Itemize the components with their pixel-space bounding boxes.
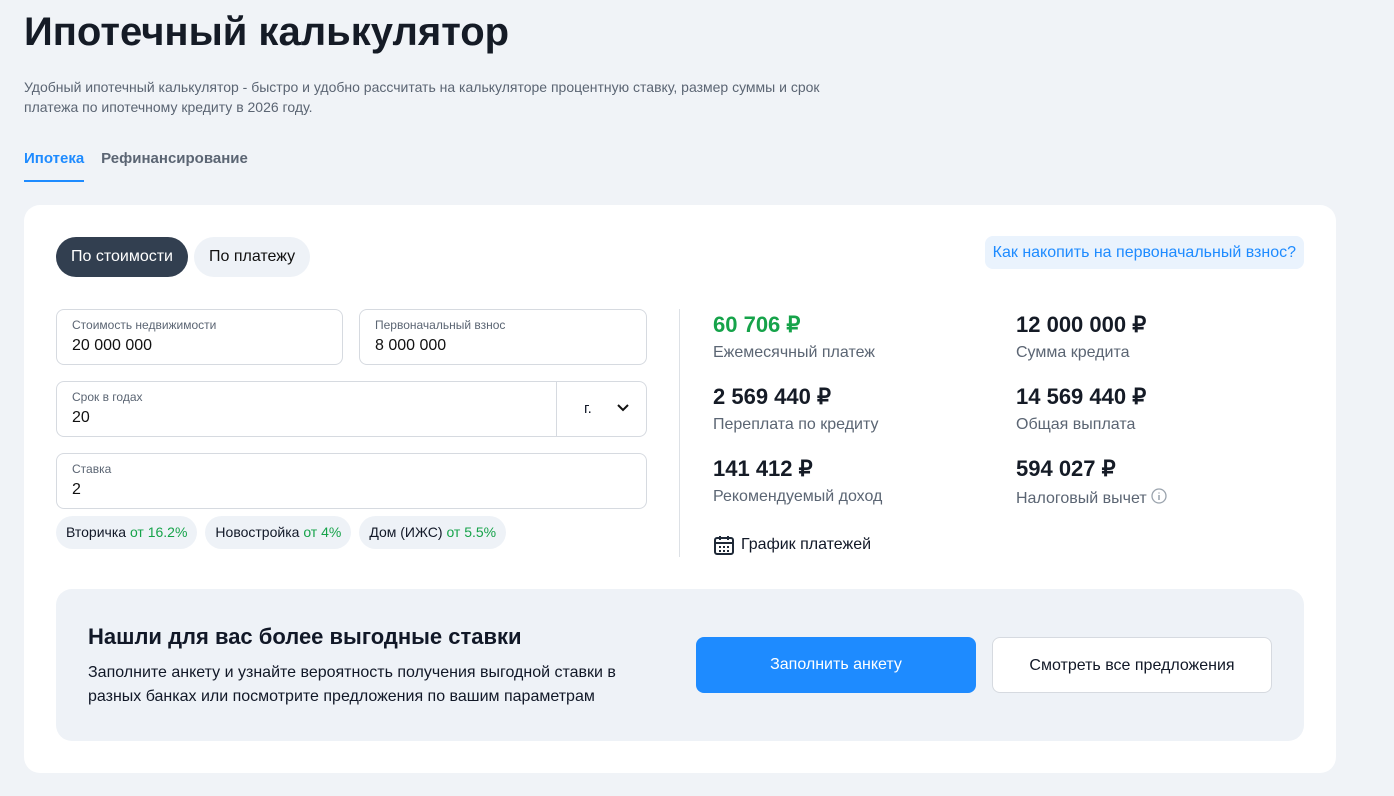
result-monthly-payment: 60 706 ₽ Ежемесячный платеж — [713, 312, 875, 362]
down-payment-field[interactable]: Первоначальный взнос 8 000 000 — [359, 309, 647, 365]
result-value: 14 569 440 ₽ — [1016, 384, 1147, 409]
result-label: Рекомендуемый доход — [713, 488, 883, 505]
page-description: Удобный ипотечный калькулятор - быстро и… — [24, 79, 820, 115]
result-value: 594 027 ₽ — [1016, 456, 1116, 481]
chip-name: Дом (ИЖС) — [369, 524, 443, 540]
calculator-card: По стоимости По платежу Как накопить на … — [24, 205, 1336, 773]
chip-rate: от 5.5% — [446, 524, 497, 540]
rate-label: Ставка — [72, 462, 112, 476]
down-payment-value[interactable]: 8 000 000 — [375, 337, 446, 355]
term-unit-value: г. — [584, 400, 592, 417]
info-icon[interactable] — [1151, 488, 1167, 504]
fill-form-button[interactable]: Заполнить анкету — [696, 637, 976, 693]
savings-link[interactable]: Как накопить на первоначальный взнос? — [984, 236, 1304, 269]
tab-mortgage[interactable]: Ипотека — [24, 150, 85, 182]
rate-chips: Вторичка от 16.2% Новостройка от 4% Дом … — [56, 516, 507, 549]
tabs: Ипотека Рефинансирование — [24, 150, 248, 182]
result-total-payment: 14 569 440 ₽ Общая выплата — [1016, 384, 1146, 434]
result-label: Налоговый вычет — [1016, 490, 1147, 507]
term-value[interactable]: 20 — [72, 409, 90, 427]
result-label: Переплата по кредиту — [713, 416, 879, 433]
result-overpayment: 2 569 440 ₽ Переплата по кредиту — [713, 384, 878, 434]
mode-switch: По стоимости По платежу — [56, 237, 311, 277]
payment-schedule-label: График платежей — [741, 536, 872, 553]
banner-title: Нашли для вас более выгодные ставки — [88, 624, 522, 649]
price-label: Стоимость недвижимости — [72, 318, 217, 332]
chip-house[interactable]: Дом (ИЖС) от 5.5% — [359, 516, 507, 549]
result-tax-deduction: 594 027 ₽ Налоговый вычет — [1016, 456, 1167, 508]
term-field[interactable]: Срок в годах 20 г. — [56, 381, 647, 437]
term-label: Срок в годах — [72, 390, 143, 404]
result-value: 60 706 ₽ — [713, 312, 801, 337]
mode-by-payment[interactable]: По платежу — [194, 237, 311, 277]
chip-rate: от 16.2% — [129, 524, 188, 540]
page-title: Ипотечный калькулятор — [24, 10, 510, 54]
chip-name: Новостройка — [215, 524, 300, 540]
result-label: Общая выплата — [1016, 416, 1136, 433]
divider — [679, 309, 680, 557]
rate-field[interactable]: Ставка 2 — [56, 453, 647, 509]
chevron-down-icon — [617, 404, 629, 412]
term-unit-select[interactable]: г. — [556, 382, 646, 436]
better-rates-banner: Нашли для вас более выгодные ставки Запо… — [56, 589, 1304, 741]
payment-schedule-link[interactable]: График платежей — [713, 534, 871, 556]
price-field[interactable]: Стоимость недвижимости 20 000 000 — [56, 309, 343, 365]
chip-new-build[interactable]: Новостройка от 4% — [205, 516, 352, 549]
chip-secondary[interactable]: Вторичка от 16.2% — [56, 516, 198, 549]
result-label: Ежемесячный платеж — [713, 344, 876, 361]
rate-value[interactable]: 2 — [72, 481, 81, 499]
view-offers-button[interactable]: Смотреть все предложения — [992, 637, 1272, 693]
chip-rate: от 4% — [303, 524, 342, 540]
result-value: 141 412 ₽ — [713, 456, 813, 481]
down-payment-label: Первоначальный взнос — [375, 318, 506, 332]
result-label: Сумма кредита — [1016, 344, 1130, 361]
calendar-icon — [714, 536, 734, 555]
price-value[interactable]: 20 000 000 — [72, 337, 152, 355]
result-value: 12 000 000 ₽ — [1016, 312, 1147, 337]
tab-refinancing[interactable]: Рефинансирование — [101, 150, 248, 182]
result-recommended-income: 141 412 ₽ Рекомендуемый доход — [713, 456, 882, 506]
banner-text: Заполните анкету и узнайте вероятность п… — [88, 664, 616, 705]
result-value: 2 569 440 ₽ — [713, 384, 831, 409]
result-loan-amount: 12 000 000 ₽ Сумма кредита — [1016, 312, 1146, 362]
mode-by-price[interactable]: По стоимости — [56, 237, 188, 277]
chip-name: Вторичка — [66, 524, 127, 540]
